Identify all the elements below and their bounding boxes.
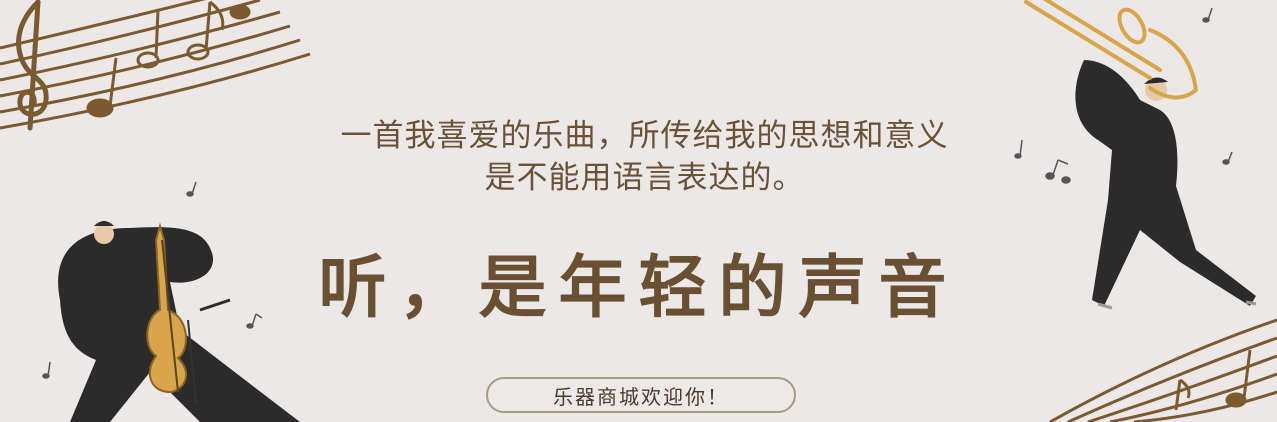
banner-headline: 听，是年轻的声音 — [318, 249, 959, 328]
quote-line-1: 一首我喜爱的乐曲，所传给我的思想和意义 — [340, 118, 949, 154]
music-store-banner: 一首我喜爱的乐曲，所传给我的思想和意义 是不能用语言表达的。 听，是年轻的声音 … — [0, 0, 1277, 422]
top-left-music-staff — [0, 0, 311, 130]
welcome-button[interactable]: 乐器商城欢迎你！ — [486, 377, 796, 413]
banner-illustrations — [0, 0, 1277, 422]
quote-line-2: 是不能用语言表达的。 — [484, 160, 805, 196]
bottom-right-music-staff — [1049, 318, 1277, 422]
